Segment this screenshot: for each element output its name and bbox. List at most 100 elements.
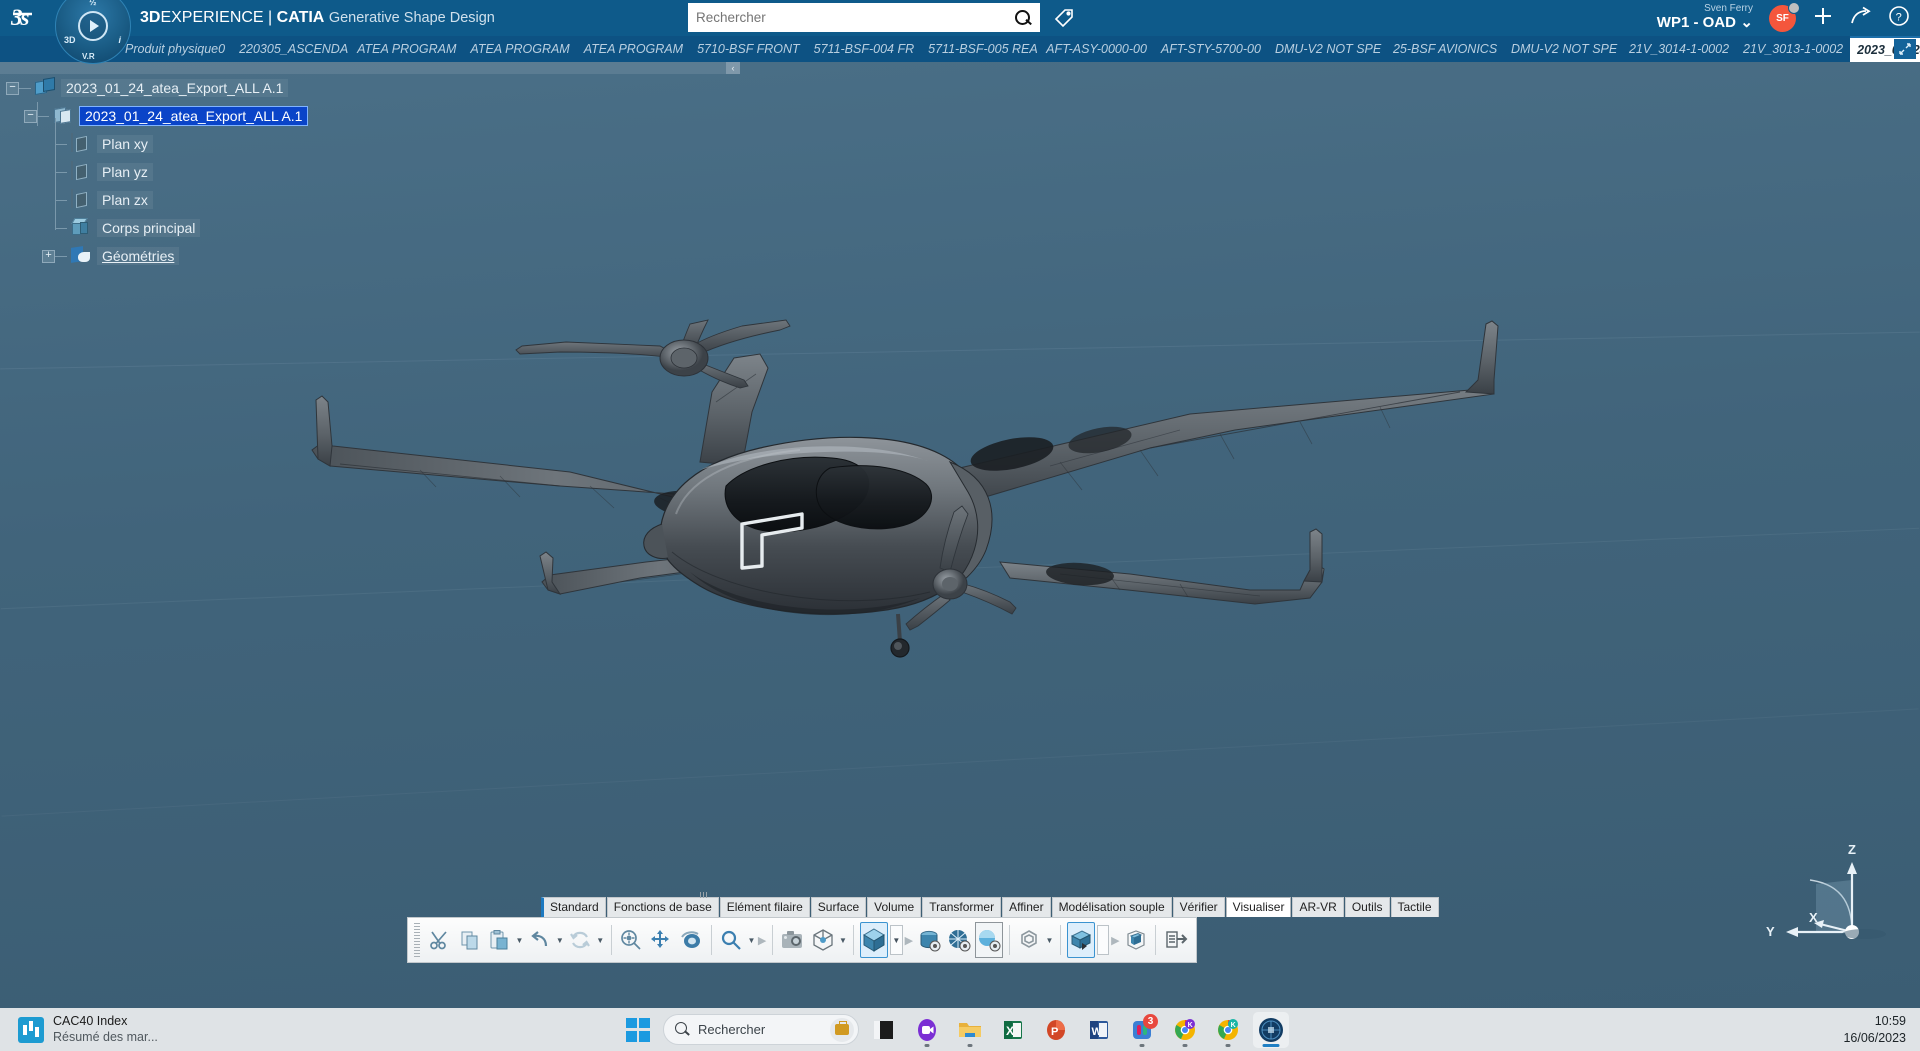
tree-collapse-icon[interactable]: − (6, 81, 19, 95)
catia-3dx-icon[interactable] (1253, 1011, 1289, 1048)
word-icon[interactable]: W (1081, 1012, 1117, 1048)
zoom-icon[interactable] (717, 922, 745, 958)
ambient-light-icon[interactable] (974, 922, 1003, 958)
lenovo-icon[interactable] (866, 1012, 902, 1048)
powerpoint-icon[interactable]: P (1038, 1012, 1074, 1048)
tree-node-list[interactable]: − 2023_01_24_atea_Export_ALL A.1 − 2023_01_… (0, 74, 740, 270)
action-bar-tab[interactable]: Transformer (922, 897, 1002, 917)
tree-node[interactable]: Plan yz (0, 158, 740, 186)
help-icon[interactable]: ? (1888, 5, 1910, 31)
taskbar-news-widget[interactable]: CAC40 Index Résumé des mar... (0, 1014, 430, 1045)
tree-node-label[interactable]: 2023_01_24_atea_Export_ALL A.1 (79, 106, 309, 126)
rotate-icon[interactable] (677, 922, 705, 958)
update-icon[interactable] (566, 922, 594, 958)
zoom-icon-dropdown-arrow[interactable]: ▼ (747, 922, 756, 958)
action-bar-tab[interactable]: Outils (1344, 897, 1390, 917)
document-tab[interactable]: AFT-STY-5700-00 (1154, 36, 1268, 62)
view-cube-icon[interactable] (809, 922, 837, 958)
tree-node[interactable]: Corps principal (0, 214, 740, 242)
section-cut-icon-more[interactable] (1096, 925, 1110, 955)
document-tab[interactable]: 21V_3014-1-0002 (1622, 36, 1736, 62)
add-button[interactable] (1812, 5, 1834, 31)
action-bar-tool-row[interactable]: ▼ ▼ ▼ ▼ ▶ ▼ ▼ ▶ ▼ ▶ (407, 917, 1197, 963)
copy-icon[interactable] (456, 922, 484, 958)
specification-tree-panel[interactable]: ‹ − 2023_01_24_atea_Export_ALL A.1 − 2023_0… (0, 62, 740, 272)
toolbar-overflow-arrow[interactable]: ▶ (758, 922, 767, 958)
tree-scrollbar-collapse[interactable]: ‹ (726, 62, 740, 74)
document-tab[interactable]: 5710-BSF FRONT (690, 36, 807, 62)
chrome-icon[interactable]: K (1167, 1012, 1203, 1048)
axis-triad-indicator[interactable]: Z Y X (1760, 840, 1890, 950)
tree-node[interactable]: − 2023_01_24_atea_Export_ALL A.1 (0, 102, 740, 130)
toolbar-grip[interactable] (700, 892, 708, 898)
document-tab[interactable]: ATEA PROGRAM (577, 36, 690, 62)
action-bar-tab[interactable]: Volume (867, 897, 922, 917)
shading-icon-more[interactable]: ▼ (890, 925, 903, 955)
toolbar-drag-handle[interactable] (414, 923, 421, 957)
search-input[interactable] (696, 10, 1014, 25)
scene-settings-icon-dropdown-arrow[interactable]: ▼ (1045, 922, 1054, 958)
slack-icon[interactable]: 3 (1124, 1012, 1160, 1048)
zoom-app-icon[interactable] (909, 1012, 945, 1048)
briefcase-icon[interactable] (830, 1017, 854, 1042)
taskbar-search-box[interactable]: Rechercher (663, 1014, 859, 1045)
ds-logo-icon[interactable]: 3s (0, 0, 60, 36)
action-bar-tab[interactable]: Visualiser (1225, 897, 1292, 917)
user-workspace-selector[interactable]: Sven Ferry WP1 - OAD ⌄ (1657, 4, 1753, 31)
scene-settings-icon[interactable] (1015, 922, 1043, 958)
document-tab[interactable]: 220305_ASCENDA (232, 36, 350, 62)
pan-icon[interactable] (647, 922, 675, 958)
action-bar-tab[interactable]: Standard (541, 897, 606, 917)
mesh-display-icon[interactable] (945, 922, 973, 958)
document-tab[interactable]: ATEA PROGRAM (463, 36, 576, 62)
tree-node-label[interactable]: Géométries (97, 247, 180, 265)
tree-node-label[interactable]: 2023_01_24_atea_Export_ALL A.1 (61, 79, 289, 97)
expand-tabs-button[interactable] (1894, 39, 1916, 59)
camera-icon[interactable] (779, 922, 807, 958)
tree-collapse-icon[interactable]: − (24, 109, 37, 123)
document-tab[interactable]: 5711-BSF-005 REA (921, 36, 1039, 62)
tree-node[interactable]: + Géométries (0, 242, 740, 270)
tree-node[interactable]: Plan xy (0, 130, 740, 158)
fit-all-icon[interactable] (617, 922, 645, 958)
compass-play-icon[interactable] (78, 11, 108, 41)
taskbar-clock[interactable]: 10:59 16/06/2023 (1843, 1013, 1906, 1046)
tree-horizontal-scrollbar[interactable]: ‹ (0, 62, 740, 74)
document-tab[interactable]: 21V_3013-1-0002 (1736, 36, 1850, 62)
tree-expand-icon[interactable]: + (42, 249, 55, 263)
file-explorer-icon[interactable] (952, 1012, 988, 1048)
document-tab[interactable]: ATEA PROGRAM (350, 36, 463, 62)
render-style-icon[interactable] (915, 922, 943, 958)
excel-icon[interactable]: X (995, 1012, 1031, 1048)
view-cube-icon-dropdown-arrow[interactable]: ▼ (839, 922, 848, 958)
export-view-icon[interactable] (1162, 922, 1190, 958)
tree-node-label[interactable]: Corps principal (97, 219, 201, 237)
tree-node[interactable]: − 2023_01_24_atea_Export_ALL A.1 (0, 74, 740, 102)
action-bar-tab[interactable]: Tactile (1390, 897, 1439, 917)
tree-node-label[interactable]: Plan zx (97, 191, 153, 209)
chevron-down-icon[interactable]: ⌄ (1740, 14, 1753, 31)
paste-icon-dropdown-arrow[interactable]: ▼ (515, 922, 524, 958)
chrome-k-icon[interactable]: K (1210, 1012, 1246, 1048)
tree-node-label[interactable]: Plan yz (97, 163, 153, 181)
cut-icon[interactable] (426, 922, 454, 958)
paste-icon[interactable] (485, 922, 513, 958)
3d-viewport[interactable]: ‹ − 2023_01_24_atea_Export_ALL A.1 − 2023_0… (0, 62, 1920, 1008)
action-bar-tab[interactable]: Modélisation souple (1051, 897, 1172, 917)
action-bar-tab-list[interactable]: Standard Fonctions de base Elément filaire… (537, 897, 1439, 917)
action-bar-tab[interactable]: Affiner (1002, 897, 1051, 917)
section-cut-icon[interactable] (1066, 922, 1095, 958)
tree-node[interactable]: Plan zx (0, 186, 740, 214)
document-tab[interactable]: AFT-ASY-0000-00 (1039, 36, 1154, 62)
tree-node-label[interactable]: Plan xy (97, 135, 153, 153)
undo-icon-dropdown-arrow[interactable]: ▼ (556, 922, 565, 958)
avatar[interactable]: SF (1769, 1, 1800, 32)
document-tab[interactable]: 25-BSF AVIONICS (1386, 36, 1504, 62)
share-icon[interactable] (1850, 6, 1872, 30)
document-tab[interactable]: Produit physique0 (118, 36, 232, 62)
toolbar-overflow-arrow[interactable]: ▶ (905, 922, 914, 958)
tag-icon[interactable] (1052, 6, 1076, 30)
toolbar-overflow-arrow[interactable]: ▶ (1111, 922, 1120, 958)
update-icon-dropdown-arrow[interactable]: ▼ (596, 922, 605, 958)
action-bar-tab[interactable]: Vérifier (1172, 897, 1225, 917)
